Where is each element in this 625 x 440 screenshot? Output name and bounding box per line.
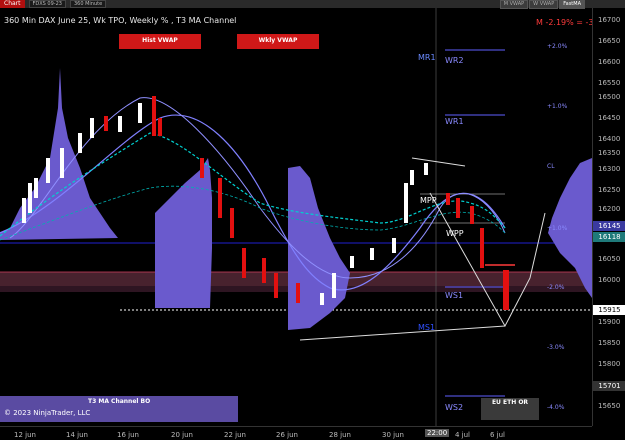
chart-canvas[interactable] [0,8,592,426]
price-label: 16550 [598,79,621,87]
volume-profile-1 [0,68,118,240]
time-label: 14 jun [66,431,88,439]
indicator-panel-title: T3 MA Channel BO [88,398,151,405]
pct-label-plus2: +2.0% [547,43,568,50]
price-label: 16350 [598,149,621,157]
projection-line [429,192,546,328]
price-tag-current: 16145 [593,221,625,231]
price-label: 16600 [598,58,621,66]
zone-label-wr2: WR2 [445,56,464,65]
toolbar: Chart FDXS 09-23 360 Minute M VWAP W VWA… [0,0,625,9]
price-label: 16300 [598,165,621,173]
price-label: 16450 [598,114,621,122]
wkly-vwap-label[interactable]: Wkly VWAP [237,34,319,49]
price-label: 16250 [598,186,621,194]
timeframe-selector[interactable]: 360 Minute [69,0,107,8]
price-label: 16050 [598,255,621,263]
eu-eth-or-box: EU ETH OR [481,398,539,420]
price-label: 16400 [598,135,621,143]
price-label: 15650 [598,402,621,410]
price-label: 16500 [598,93,621,101]
time-label: 20 jun [171,431,193,439]
price-axis[interactable]: 16700 16650 16600 16550 16500 16450 1640… [592,8,625,426]
zone-label-wr1: WR1 [445,117,464,126]
price-tag-low: 15701 [593,381,625,391]
pct-label-minus4: -4.0% [547,404,565,411]
copyright: © 2023 NinjaTrader, LLC [4,409,91,417]
time-tag-cursor: 22:00 [425,429,450,437]
volume-profile-2 [155,158,212,308]
time-label: 12 jun [14,431,36,439]
time-label: 26 jun [276,431,298,439]
time-axis[interactable]: 12 jun 14 jun 16 jun 20 jun 22 jun 26 ju… [0,426,592,440]
zone-label-ws2: WS2 [445,403,464,412]
price-label: 16650 [598,37,621,45]
chart-tab[interactable]: Chart [0,0,25,8]
chart-title: 360 Min DAX June 25, Wk TPO, Weekly % , … [4,16,237,25]
price-label: 15900 [598,318,621,326]
time-label: 30 jun [382,431,404,439]
time-label: 22 jun [224,431,246,439]
pct-label-cl: CL [547,163,555,170]
zone-label-mr1: MR1 [418,53,436,62]
zone-label-ws1: WS1 [445,291,464,300]
zone-label-ms1: MS1 [418,323,436,332]
price-tag-ma: 16118 [593,232,625,242]
price-label: 15850 [598,339,621,347]
volume-profile-3 [288,166,350,330]
instrument-selector[interactable]: FDXS 09-23 [28,0,66,8]
time-label: 28 jun [329,431,351,439]
zone-label-mpp: MPP [420,196,437,205]
pct-label-minus3: -3.0% [547,344,565,351]
price-label: 15800 [598,360,621,368]
pct-label-minus1: +1.0% [547,225,568,232]
price-label: 16700 [598,16,621,24]
time-label: 6 jul [490,431,506,439]
zone-label-wpp: WPP [446,229,464,238]
pct-label-plus1: +1.0% [547,103,568,110]
price-tag-last: 15915 [593,305,625,315]
time-label: 16 jun [117,431,139,439]
pct-label-minus2: -2.0% [547,284,565,291]
hist-vwap-label[interactable]: Hist VWAP [119,34,201,49]
time-label: 4 jul [455,431,471,439]
price-label: 16000 [598,276,621,284]
price-label: 16200 [598,205,621,213]
